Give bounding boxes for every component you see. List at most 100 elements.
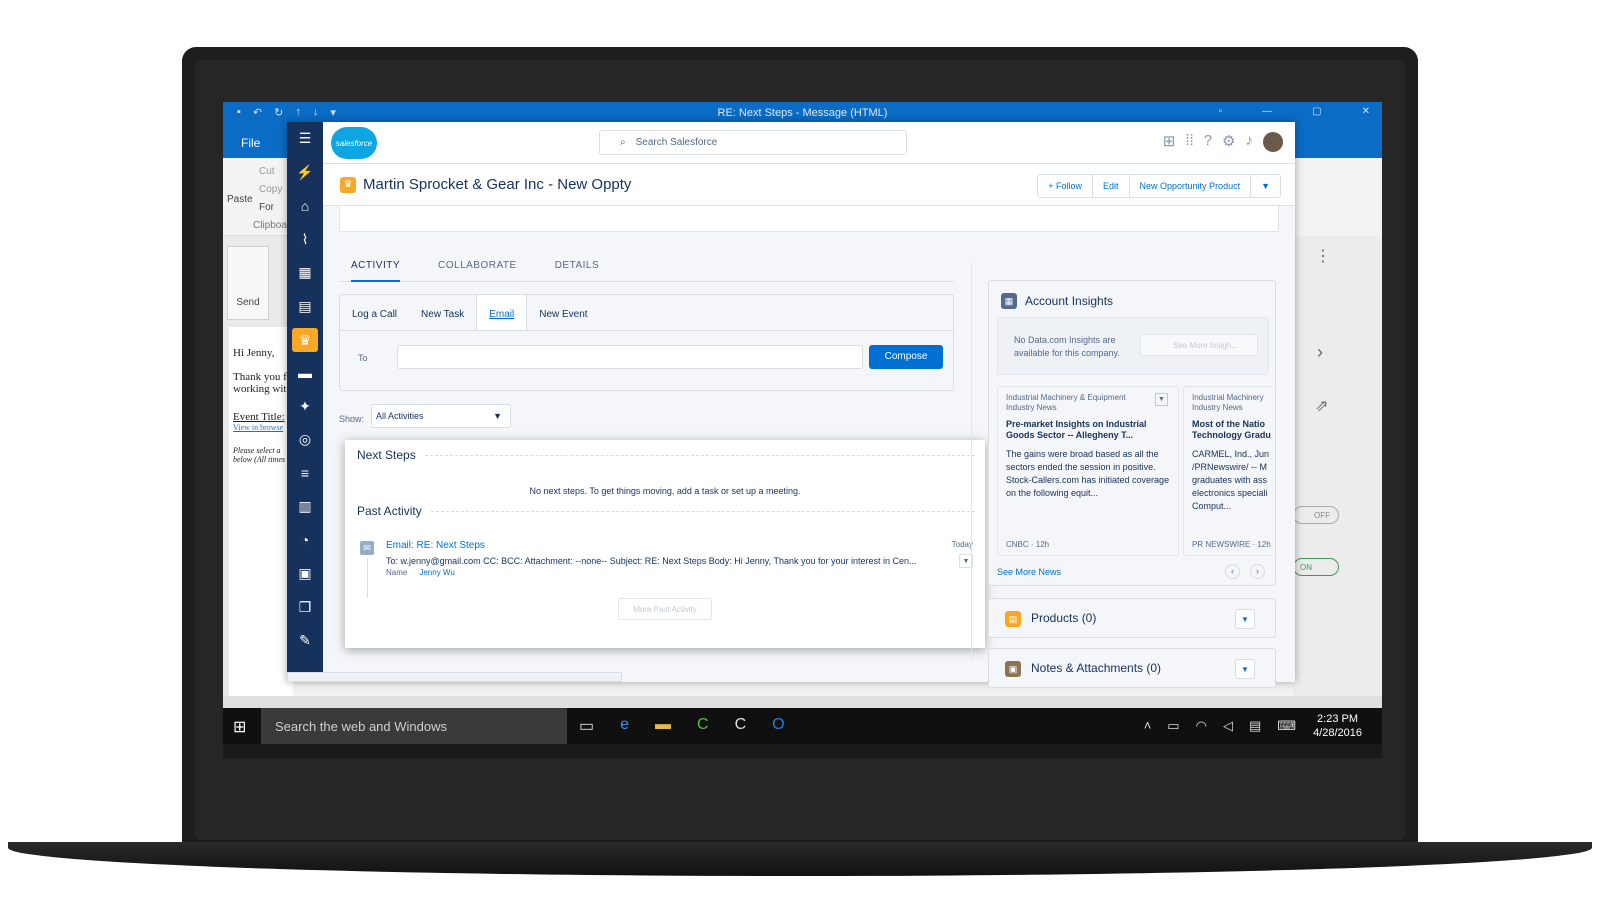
contact-icon[interactable]: ▤	[287, 290, 323, 324]
chevron-up-icon[interactable]: ˄	[1144, 718, 1152, 734]
products-title[interactable]: Products (0)	[1031, 611, 1096, 625]
tab-activity[interactable]: ACTIVITY	[351, 256, 401, 282]
email-name-row: Name Jenny Wu	[386, 568, 455, 577]
email-icon: ✉	[360, 541, 374, 555]
view-in-browser-link[interactable]: View in browse	[233, 423, 289, 432]
more-options-icon[interactable]: ⋮	[1315, 246, 1331, 266]
tab-log-a-call[interactable]: Log a Call	[340, 295, 409, 330]
to-field[interactable]	[397, 345, 863, 369]
popout-icon[interactable]: ⇗	[1315, 396, 1328, 416]
notes-menu-icon[interactable]: ▼	[1235, 659, 1255, 679]
windows-start-icon[interactable]: ⊞	[233, 717, 246, 737]
email-note-2: below (All times	[233, 455, 285, 464]
search-icon: ⌕	[620, 137, 626, 148]
home-icon[interactable]: ⌂	[287, 189, 323, 223]
task-view-icon[interactable]: ▭	[579, 716, 594, 736]
chevron-right-icon[interactable]: ›	[1250, 564, 1265, 579]
wifi-icon[interactable]: ◠	[1196, 718, 1207, 734]
volume-icon[interactable]: ◁	[1223, 718, 1233, 734]
show-filter-select[interactable]: All Activities ▼	[371, 404, 511, 428]
email-greeting: Hi Jenny,	[233, 347, 275, 359]
see-more-news-link[interactable]: See More News	[997, 567, 1061, 577]
opportunity-record-icon: ♛	[340, 177, 356, 193]
toggle-on[interactable]: ON	[1293, 558, 1339, 576]
chevron-right-icon[interactable]: ›	[1317, 342, 1323, 363]
follow-button[interactable]: + Follow	[1038, 175, 1094, 197]
minimize-icon[interactable]: —	[1262, 106, 1272, 117]
tab-details[interactable]: DETAILS	[555, 256, 599, 281]
app-launcher-icon[interactable]: ⁞⁞	[1185, 132, 1193, 152]
news-headline[interactable]: Pre-market Insights on Industrial Goods …	[1006, 419, 1170, 441]
notes-attachments-title[interactable]: Notes & Attachments (0)	[1031, 661, 1161, 675]
tab-collaborate[interactable]: COLLABORATE	[438, 256, 517, 281]
list-icon[interactable]: ≡	[287, 457, 323, 491]
tab-new-event[interactable]: New Event	[527, 295, 599, 330]
format-painter-button[interactable]: For	[259, 202, 274, 213]
toggle-off[interactable]: OFF	[1293, 506, 1339, 524]
more-past-activity-button[interactable]: More Past Activity	[618, 598, 712, 620]
notes-icon: ▣	[1005, 661, 1021, 677]
menu-icon[interactable]: ☰	[287, 122, 323, 156]
new-opportunity-product-button[interactable]: New Opportunity Product	[1130, 175, 1252, 197]
show-filter-value: All Activities	[376, 411, 424, 421]
action-center-icon[interactable]: ▤	[1249, 718, 1261, 734]
news-menu-icon[interactable]: ▼	[1155, 393, 1168, 406]
paste-button[interactable]: Paste	[227, 194, 253, 205]
toggle-off-label: OFF	[1314, 511, 1330, 520]
insights-icon: ▦	[1001, 293, 1017, 309]
file-tab[interactable]: File	[241, 136, 260, 150]
files-icon[interactable]: ❐	[287, 591, 323, 625]
ribbon-options-icon[interactable]: ▫	[1219, 106, 1223, 117]
email-body[interactable]: Hi Jenny, Thank you f working wit Event …	[229, 327, 293, 707]
news-card[interactable]: Industrial Machinery Industry News Most …	[1183, 386, 1275, 556]
record-title: Martin Sprocket & Gear Inc - New Oppty	[363, 176, 632, 193]
target-icon[interactable]: ◎	[287, 423, 323, 457]
compose-button[interactable]: Compose	[869, 345, 943, 369]
actions-dropdown-icon[interactable]: ▼	[1251, 175, 1280, 197]
news-headline[interactable]: Most of the Natio Technology Gradu	[1192, 419, 1275, 441]
edge-icon[interactable]: e	[620, 716, 629, 736]
feed-icon[interactable]: ⌇	[287, 223, 323, 257]
taskbar-clock[interactable]: 2:23 PM 4/28/2016	[1313, 712, 1362, 740]
avatar[interactable]	[1263, 132, 1283, 152]
help-icon[interactable]: ?	[1204, 132, 1212, 152]
camtasia-icon[interactable]: C	[697, 716, 709, 736]
gear-icon[interactable]: ⚙	[1222, 132, 1235, 152]
copy-button[interactable]: Copy	[259, 184, 282, 195]
clipboard-icon[interactable]: ▣	[287, 557, 323, 591]
chevron-left-icon[interactable]: ‹	[1225, 564, 1240, 579]
notes-icon[interactable]: ✎	[287, 624, 323, 658]
taskbar-search-input[interactable]: Search the web and Windows	[261, 708, 567, 744]
tab-email[interactable]: Email	[476, 295, 528, 330]
briefcase-icon[interactable]: ▬	[287, 356, 323, 390]
close-icon[interactable]: ✕	[1362, 106, 1370, 117]
outlook-icon[interactable]: O	[772, 716, 784, 736]
calendar-icon[interactable]: ▥	[287, 490, 323, 524]
battery-icon[interactable]: ▭	[1167, 718, 1179, 734]
see-more-insights-button[interactable]: See More Insigh...	[1140, 334, 1258, 356]
camtasia-recorder-icon[interactable]: C	[735, 716, 747, 736]
add-icon[interactable]: ⊞	[1163, 132, 1176, 152]
maximize-icon[interactable]: ▢	[1312, 106, 1321, 117]
keyboard-icon[interactable]: ⌨	[1277, 718, 1296, 734]
horizontal-scrollbar[interactable]	[287, 672, 622, 682]
edit-button[interactable]: Edit	[1093, 175, 1130, 197]
bell-icon[interactable]: ♪	[1246, 132, 1254, 152]
products-menu-icon[interactable]: ▼	[1235, 609, 1255, 629]
file-explorer-icon[interactable]: ▬	[655, 716, 671, 736]
cut-button[interactable]: Cut	[259, 166, 275, 177]
person-icon[interactable]: ✦	[287, 390, 323, 424]
tab-new-task[interactable]: New Task	[409, 295, 476, 330]
dashboard-icon[interactable]: ▦	[287, 256, 323, 290]
gauge-icon[interactable]: ◔	[287, 524, 323, 558]
email-date: Today	[951, 540, 973, 549]
lightning-icon[interactable]: ⚡	[287, 156, 323, 190]
news-card[interactable]: Industrial Machinery & Equipment Industr…	[997, 386, 1179, 556]
salesforce-logo[interactable]: salesforce	[331, 127, 377, 159]
send-button[interactable]: Send	[227, 246, 269, 320]
name-link[interactable]: Jenny Wu	[419, 568, 454, 577]
search-input[interactable]: ⌕ Search Salesforce	[599, 130, 907, 155]
news-category: Industrial Machinery & Equipment Industr…	[1006, 393, 1126, 412]
email-subject-link[interactable]: Email: RE: Next Steps	[386, 540, 485, 551]
opportunity-icon[interactable]: ♛	[292, 328, 318, 352]
